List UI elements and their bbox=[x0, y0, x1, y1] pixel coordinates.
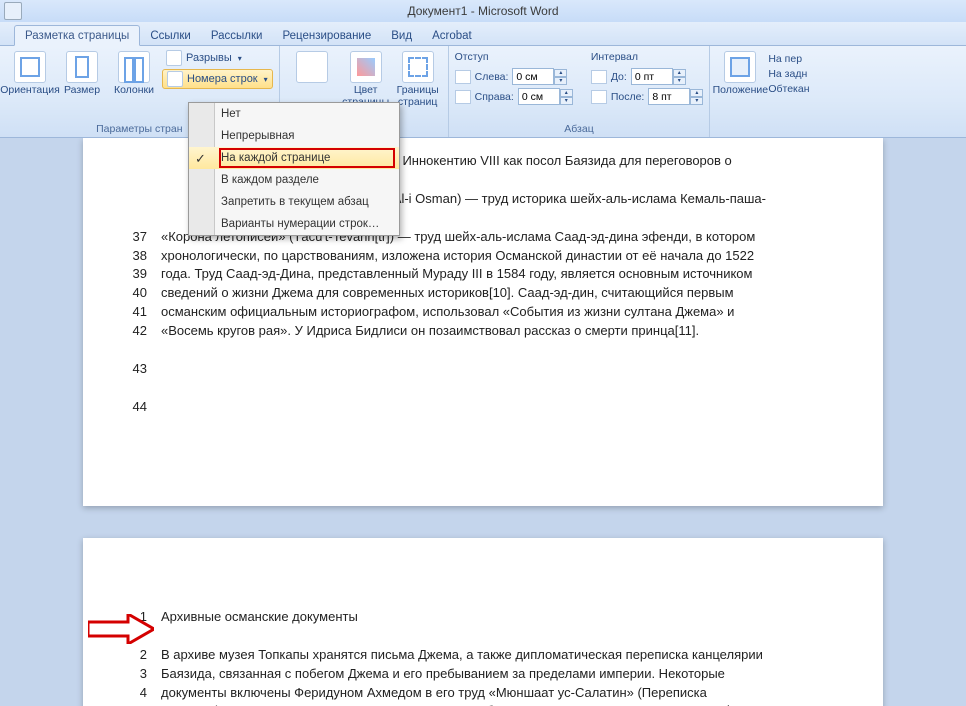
spin-up[interactable]: ▴ bbox=[673, 69, 686, 77]
group-arrange: Положение На пер На задн Обтекан bbox=[710, 46, 815, 137]
group-paragraph: Отступ Слева: ▴▾ Справа: ▴▾ Интервал До:… bbox=[449, 46, 711, 137]
indent-right-spinner[interactable]: ▴▾ bbox=[518, 88, 573, 105]
size-label: Размер bbox=[64, 85, 100, 97]
page-2[interactable]: 1Архивные османские документы 2В архиве … bbox=[83, 538, 883, 706]
spacing-heading: Интервал bbox=[591, 51, 704, 63]
doc-line: 42«Восемь кругов рая». У Идриса Бидлиси … bbox=[123, 322, 843, 341]
group-label-paragraph: Абзац bbox=[455, 122, 704, 135]
spacing-after-spinner[interactable]: ▴▾ bbox=[648, 88, 703, 105]
menu-item-options[interactable]: Варианты нумерации строк… bbox=[189, 213, 399, 235]
menu-item-each-page[interactable]: ✓На каждой странице bbox=[189, 147, 399, 169]
line-numbers-button[interactable]: Номера строк bbox=[162, 69, 273, 89]
doc-heading: 1Архивные османские документы bbox=[123, 608, 843, 627]
doc-line: 40сведений о жизни Джема для современных… bbox=[123, 284, 843, 303]
watermark-icon bbox=[296, 51, 328, 83]
tab-acrobat[interactable]: Acrobat bbox=[422, 26, 482, 45]
page-borders-icon bbox=[402, 51, 434, 83]
doc-line: 39года. Труд Саад-эд-Дина, представленны… bbox=[123, 265, 843, 284]
spacing-before-label: До: bbox=[611, 71, 627, 83]
line-numbers-menu: Нет Непрерывная ✓На каждой странице В ка… bbox=[188, 102, 400, 236]
document-area: к папе Иннокентию VIII как посол Баязида… bbox=[0, 138, 966, 706]
breaks-label: Разрывы bbox=[186, 52, 232, 64]
menu-item-continuous[interactable]: Непрерывная bbox=[189, 125, 399, 147]
quick-access-toolbar bbox=[4, 2, 22, 20]
doc-line: 3Баязида, связанная с побегом Джема и ег… bbox=[123, 665, 843, 684]
spacing-after-input[interactable] bbox=[648, 88, 690, 105]
breaks-button[interactable]: Разрывы bbox=[162, 49, 273, 67]
columns-label: Колонки bbox=[114, 85, 154, 97]
orientation-icon bbox=[14, 51, 46, 83]
spin-down[interactable]: ▾ bbox=[560, 97, 573, 105]
spin-up[interactable]: ▴ bbox=[690, 89, 703, 97]
chevron-down-icon bbox=[262, 73, 268, 85]
orientation-button[interactable]: Ориентация bbox=[6, 49, 54, 97]
spacing-after-icon bbox=[591, 90, 607, 104]
doc-line: 5султанов). Эти документы пока до конца … bbox=[123, 702, 843, 706]
doc-line: 4документы включены Феридуном Ахмедом в … bbox=[123, 684, 843, 703]
doc-line: 43 bbox=[123, 360, 843, 379]
chevron-down-icon bbox=[236, 52, 242, 64]
ribbon: Ориентация Размер Колонки Разрывы Номера… bbox=[0, 46, 966, 138]
indent-left-label: Слева: bbox=[475, 71, 509, 83]
page-color-icon bbox=[350, 51, 382, 83]
doc-line: 44 bbox=[123, 398, 843, 417]
tab-review[interactable]: Рецензирование bbox=[272, 26, 381, 45]
position-label: Положение bbox=[713, 85, 769, 97]
spin-up[interactable]: ▴ bbox=[560, 89, 573, 97]
position-icon bbox=[724, 51, 756, 83]
doc-line: 2В архиве музея Топкапы хранятся письма … bbox=[123, 646, 843, 665]
size-icon bbox=[66, 51, 98, 83]
arrange-options: На пер На задн Обтекан bbox=[768, 49, 809, 95]
watermark-button[interactable] bbox=[286, 49, 338, 107]
ribbon-tabs: Разметка страницы Ссылки Рассылки Реценз… bbox=[0, 22, 966, 46]
columns-icon bbox=[118, 51, 150, 83]
breaks-icon bbox=[166, 50, 182, 66]
page-borders-label: Границы страниц bbox=[394, 85, 442, 108]
indent-heading: Отступ bbox=[455, 51, 573, 63]
group-label-arrange bbox=[716, 122, 809, 135]
text-wrap-link[interactable]: Обтекан bbox=[768, 83, 809, 95]
columns-button[interactable]: Колонки bbox=[110, 49, 158, 97]
tab-references[interactable]: Ссылки bbox=[140, 26, 201, 45]
annotation-arrow bbox=[88, 614, 154, 644]
tab-page-layout[interactable]: Разметка страницы bbox=[14, 25, 140, 46]
indent-right-icon bbox=[455, 90, 471, 104]
size-button[interactable]: Размер bbox=[58, 49, 106, 97]
position-button[interactable]: Положение bbox=[716, 49, 764, 97]
menu-item-none[interactable]: Нет bbox=[189, 103, 399, 125]
menu-item-each-section[interactable]: В каждом разделе bbox=[189, 169, 399, 191]
title-bar: Документ1 - Microsoft Word bbox=[0, 0, 966, 22]
spin-up[interactable]: ▴ bbox=[554, 69, 567, 77]
spacing-before-icon bbox=[591, 70, 607, 84]
spacing-before-spinner[interactable]: ▴▾ bbox=[631, 68, 686, 85]
indent-left-spinner[interactable]: ▴▾ bbox=[512, 68, 567, 85]
page-color-button[interactable]: Цвет страницы bbox=[342, 49, 390, 108]
indent-left-input[interactable] bbox=[512, 68, 554, 85]
indent-right-input[interactable] bbox=[518, 88, 560, 105]
spin-down[interactable]: ▾ bbox=[690, 97, 703, 105]
menu-item-suppress[interactable]: Запретить в текущем абзац bbox=[189, 191, 399, 213]
check-icon: ✓ bbox=[195, 151, 206, 167]
bring-forward-link[interactable]: На пер bbox=[768, 53, 809, 65]
line-numbers-icon bbox=[167, 71, 183, 87]
office-button[interactable] bbox=[4, 2, 22, 20]
send-backward-link[interactable]: На задн bbox=[768, 68, 809, 80]
orientation-label: Ориентация bbox=[0, 85, 60, 97]
spin-down[interactable]: ▾ bbox=[673, 77, 686, 85]
doc-line: 41османским официальным историографом, и… bbox=[123, 303, 843, 322]
spacing-before-input[interactable] bbox=[631, 68, 673, 85]
tab-mailings[interactable]: Рассылки bbox=[201, 26, 273, 45]
tab-view[interactable]: Вид bbox=[381, 26, 422, 45]
spin-down[interactable]: ▾ bbox=[554, 77, 567, 85]
indent-left-icon bbox=[455, 70, 471, 84]
doc-line: 38хронологически, по царствованиям, изло… bbox=[123, 247, 843, 266]
page-borders-button[interactable]: Границы страниц bbox=[394, 49, 442, 108]
window-title: Документ1 - Microsoft Word bbox=[407, 4, 558, 18]
indent-right-label: Справа: bbox=[475, 91, 514, 103]
spacing-after-label: После: bbox=[611, 91, 645, 103]
line-numbers-label: Номера строк bbox=[187, 73, 258, 85]
